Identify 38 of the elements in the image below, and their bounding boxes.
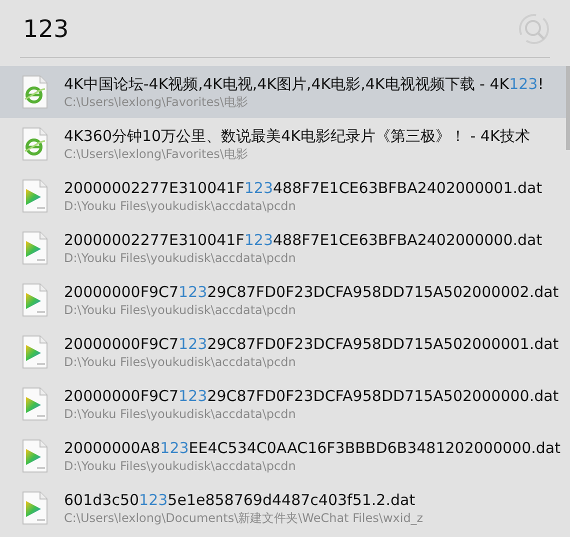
result-path: D:\Youku Files\youkudisk\accdata\pcdn <box>64 250 297 266</box>
video-file-icon <box>22 179 48 213</box>
result-title: 20000002277E310041F123488F7E1CE63BFBA2402000000.dat <box>64 230 542 250</box>
video-file-icon <box>22 439 48 473</box>
scrollbar-thumb[interactable] <box>566 66 570 150</box>
result-title: 601d3c501235e1e858769d4487c403f51.2.dat <box>64 490 416 510</box>
video-file-icon <box>22 231 48 265</box>
video-file-icon <box>22 283 48 317</box>
result-title: 20000002277E310041F123488F7E1CE63BFBA2402000001.dat <box>64 178 542 198</box>
result-item[interactable]: 20000002277E310041F123488F7E1CE63BFBA2402000000.dat D:\Youku Files\youkudisk\accdata\pcdn <box>0 222 570 274</box>
result-path: D:\Youku Files\youkudisk\accdata\pcdn <box>64 458 297 474</box>
result-item[interactable]: 20000000F9C712329C87FD0F23DCFA958DD715A502000001.dat D:\Youku Files\youkudisk\accdata\pcdn <box>0 326 570 378</box>
result-item[interactable]: 20000000F9C712329C87FD0F23DCFA958DD715A502000002.dat D:\Youku Files\youkudisk\accdata\pcdn <box>0 274 570 326</box>
result-title: 20000000F9C712329C87FD0F23DCFA958DD715A502000002.dat <box>64 282 559 302</box>
result-title: 4K360分钟10万公里、数说最美4K电影纪录片《第三极》！ - 4K技术 <box>64 126 530 146</box>
web-file-icon <box>22 75 48 109</box>
search-icon[interactable] <box>518 12 550 44</box>
web-file-icon <box>22 127 48 161</box>
result-path: D:\Youku Files\youkudisk\accdata\pcdn <box>64 406 297 422</box>
result-title: 20000000F9C712329C87FD0F23DCFA958DD715A502000000.dat <box>64 386 559 406</box>
search-field[interactable]: 123 <box>20 12 323 46</box>
video-file-icon <box>22 387 48 421</box>
result-item[interactable]: 20000000F9C712329C87FD0F23DCFA958DD715A502000000.dat D:\Youku Files\youkudisk\accdata\pcdn <box>0 378 570 430</box>
result-item[interactable]: 20000000A8123EE4C534C0AAC16F3BBBD6B3481202000000.dat D:\Youku Files\youkudisk\accdata\pcdn <box>0 430 570 482</box>
result-title: 4K中国论坛-4K视频,4K电视,4K图片,4K电影,4K电视视频下载 - 4K123! <box>64 74 544 94</box>
result-title: 20000000F9C712329C87FD0F23DCFA958DD715A502000001.dat <box>64 334 559 354</box>
video-file-icon <box>22 335 48 369</box>
video-file-icon <box>22 491 48 525</box>
result-path: C:\Users\lexlong\Favorites\电影 <box>64 146 249 162</box>
result-path: D:\Youku Files\youkudisk\accdata\pcdn <box>64 354 297 370</box>
result-item[interactable]: 20000002277E310041F123488F7E1CE63BFBA2402000001.dat D:\Youku Files\youkudisk\accdata\pcdn <box>0 170 570 222</box>
result-path: D:\Youku Files\youkudisk\accdata\pcdn <box>64 302 297 318</box>
result-item[interactable]: 4K360分钟10万公里、数说最美4K电影纪录片《第三极》！ - 4K技术 C:\Users\lexlong\Favorites\电影 <box>0 118 570 170</box>
result-path: D:\Youku Files\youkudisk\accdata\pcdn <box>64 198 297 214</box>
result-path: C:\Users\lexlong\Favorites\电影 <box>64 94 249 110</box>
result-path: C:\Users\lexlong\Documents\新建文件夹\WeChat Files\wxid_z <box>64 510 424 526</box>
result-item[interactable]: 601d3c501235e1e858769d4487c403f51.2.dat C:\Users\lexlong\Documents\新建文件夹\WeChat Files\wxid_z <box>0 482 570 534</box>
result-title: 20000000A8123EE4C534C0AAC16F3BBBD6B3481202000000.dat <box>64 438 561 458</box>
